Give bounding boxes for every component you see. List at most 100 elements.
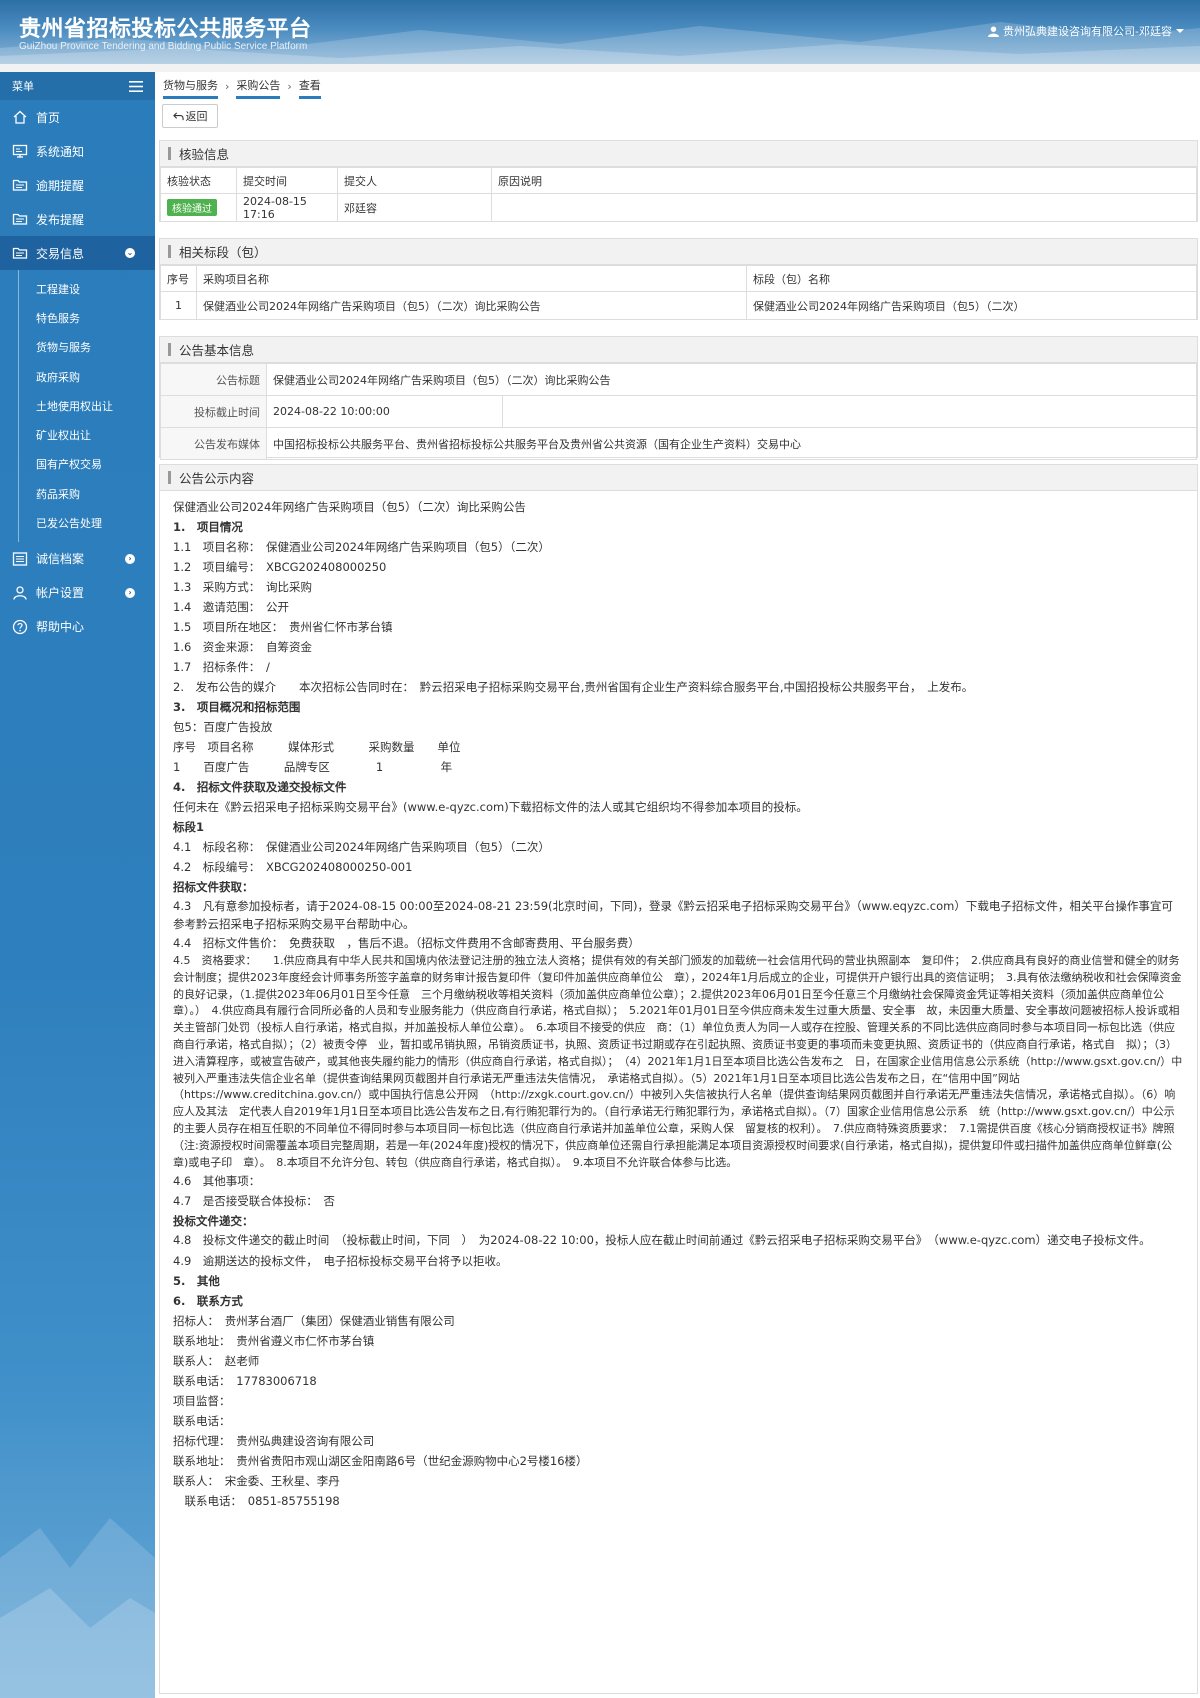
- notice-line: 4.4 招标文件售价： 免费获取 ，售后不退。（招标文件费用不含邮寄费用、平台服…: [173, 936, 640, 950]
- chevron-right-icon: ›: [125, 587, 135, 598]
- sub-item-published-notices[interactable]: 已发公告处理: [0, 508, 155, 537]
- folder-icon: [12, 211, 28, 227]
- back-label: 返回: [185, 110, 208, 123]
- brand-subtitle: GuiZhou Province Tendering and Bidding P…: [19, 41, 308, 52]
- notice-line: 4.3 凡有意参加投标者，请于2024-08-15 00:00至2024-08-…: [173, 899, 1173, 931]
- notice-line: 联系电话： 0851-85755198: [173, 1494, 340, 1509]
- sidebar-item-help[interactable]: 帮助中心: [0, 610, 155, 644]
- notice-line: 4.8 投标文件递交的截止时间 （投标截止时间，下同 ） 为2024-08-22…: [173, 1233, 1151, 1248]
- sidebar: 菜单 首页 系统通知 逾期提醒 发布提醒 交易信息 ⌄ 工程建设 特色服务 货物…: [0, 72, 155, 1698]
- back-button[interactable]: 返回: [162, 104, 218, 128]
- column-header: 原因说明: [491, 167, 1197, 194]
- notice-line: 1.1 项目名称： 保健酒业公司2024年网络广告采购项目（包5）（二次）: [173, 540, 550, 554]
- sidebar-item-trade-info[interactable]: 交易信息 ⌄: [0, 236, 155, 270]
- notice-heading: 6. 联系方式: [173, 1294, 243, 1309]
- brand-title: 贵州省招标投标公共服务平台: [19, 17, 312, 42]
- panel-title: 公告基本信息: [160, 337, 1197, 363]
- notice-content: 保健酒业公司2024年网络广告采购项目（包5）（二次）询比采购公告 1. 项目情…: [160, 491, 1197, 1521]
- sub-item-drug-procurement[interactable]: 药品采购: [0, 479, 155, 508]
- column-header: 采购项目名称: [196, 265, 747, 292]
- verify-panel: 核验信息 核验状态 提交时间 提交人 原因说明 核验通过 2024-08-15 …: [159, 140, 1198, 222]
- notice-line: 联系电话：: [173, 1414, 231, 1429]
- verify-table: 核验状态 提交时间 提交人 原因说明 核验通过 2024-08-15 17:16…: [160, 167, 1197, 222]
- reason: [491, 193, 1197, 222]
- sidebar-item-credit[interactable]: 诚信档案 ›: [0, 542, 155, 576]
- notice-heading: 标段1: [173, 820, 205, 834]
- sidebar-item-home[interactable]: 首页: [0, 100, 155, 134]
- menu-header: 菜单: [0, 72, 155, 100]
- menu-label: 菜单: [12, 80, 34, 93]
- sidebar-item-overdue[interactable]: 逾期提醒: [0, 168, 155, 202]
- sub-item-special-service[interactable]: 特色服务: [0, 303, 155, 332]
- sub-item-state-property[interactable]: 国有产权交易: [0, 450, 155, 479]
- user-icon: [12, 585, 28, 601]
- list-icon: [12, 551, 28, 567]
- notice-line: 1 百度广告 品牌专区 1 年: [173, 760, 453, 774]
- notice-line: 1.7 招标条件： /: [173, 660, 270, 674]
- table-row: 1 保健酒业公司2024年网络广告采购项目（包5）（二次）询比采购公告 保健酒业…: [160, 291, 1197, 320]
- sidebar-item-account[interactable]: 帐户设置 ›: [0, 576, 155, 610]
- notice-line: 项目监督：: [173, 1394, 231, 1409]
- notice-line: 1.4 邀请范围： 公开: [173, 600, 290, 614]
- sub-item-engineering[interactable]: 工程建设: [0, 274, 155, 303]
- media-value: 中国招标投标公共服务平台、贵州省招标投标公共服务平台及贵州省公共资源（国有企业生…: [266, 427, 1197, 460]
- notice-heading: 1. 项目情况: [173, 520, 243, 534]
- field-label: 公告发布媒体: [160, 427, 267, 460]
- panel-title: 核验信息: [160, 141, 1197, 167]
- trade-info-submenu: 工程建设 特色服务 货物与服务 政府采购 土地使用权出让 矿业权出让 国有产权交…: [0, 270, 155, 542]
- sections-table: 序号 采购项目名称 标段（包）名称 1 保健酒业公司2024年网络广告采购项目（…: [160, 265, 1197, 320]
- status-badge: 核验通过: [167, 199, 217, 216]
- notice-line: 1.6 资金来源： 自筹资金: [173, 640, 313, 654]
- breadcrumb-item[interactable]: 货物与服务: [163, 77, 218, 99]
- column-header: 提交人: [337, 167, 492, 194]
- monitor-icon: [12, 143, 28, 159]
- breadcrumb-item: 查看: [298, 77, 321, 99]
- notice-heading: 4. 招标文件获取及递交投标文件: [173, 780, 347, 794]
- submit-time: 2024-08-15 17:16: [236, 193, 338, 222]
- sidebar-item-label: 发布提醒: [36, 212, 85, 227]
- sidebar-item-label: 帮助中心: [36, 620, 85, 635]
- submitter: 邓廷容: [337, 193, 492, 222]
- notice-line: 4.6 其他事项：: [173, 1174, 261, 1189]
- notice-line: 保健酒业公司2024年网络广告采购项目（包5）（二次）询比采购公告: [173, 500, 526, 514]
- notice-line: 联系地址： 贵州省遵义市仁怀市茅台镇: [173, 1334, 375, 1349]
- panel-title: 相关标段（包）: [160, 239, 1197, 265]
- notice-line: 招标人： 贵州茅台酒厂（集团）保健酒业销售有限公司: [173, 1314, 455, 1329]
- folder-icon: [12, 177, 28, 193]
- sub-item-land-use[interactable]: 土地使用权出让: [0, 391, 155, 420]
- user-menu[interactable]: 贵州弘典建设咨询有限公司-邓廷容: [988, 23, 1184, 39]
- sub-item-mining[interactable]: 矿业权出让: [0, 420, 155, 449]
- notice-line: 4.7 是否接受联合体投标： 否: [173, 1194, 336, 1209]
- column-header: 核验状态: [160, 167, 237, 194]
- breadcrumb-separator-icon: ›: [225, 80, 230, 93]
- notice-heading: 投标文件递交：: [173, 1214, 254, 1229]
- sidebar-item-label: 逾期提醒: [36, 178, 85, 193]
- breadcrumb: 货物与服务 › 采购公告 › 查看: [163, 72, 321, 99]
- back-icon: [172, 111, 184, 120]
- notice-line: 4.1 标段名称： 保健酒业公司2024年网络广告采购项目（包5）（二次）: [173, 840, 550, 854]
- sub-item-goods-services[interactable]: 货物与服务: [0, 333, 155, 362]
- sidebar-item-label: 系统通知: [36, 144, 85, 159]
- sidebar-item-label: 交易信息: [36, 246, 85, 261]
- sections-panel: 相关标段（包） 序号 采购项目名称 标段（包）名称 1 保健酒业公司2024年网…: [159, 238, 1198, 320]
- sidebar-item-system-notice[interactable]: 系统通知: [0, 134, 155, 168]
- section-name: 保健酒业公司2024年网络广告采购项目（包5）（二次）: [746, 291, 1197, 320]
- notice-line: 1.2 项目编号： XBCG202408000250: [173, 560, 387, 574]
- table-row: 核验通过 2024-08-15 17:16 邓廷容: [160, 193, 1197, 222]
- notice-line: 4.9 逾期送达的投标文件， 电子招标投标交易平台将予以拒收。: [173, 1254, 508, 1269]
- sidebar-item-publish-reminder[interactable]: 发布提醒: [0, 202, 155, 236]
- sub-item-gov-procurement[interactable]: 政府采购: [0, 362, 155, 391]
- notice-heading: 3. 项目概况和招标范围: [173, 700, 301, 714]
- sidebar-mountain-background: [0, 1518, 155, 1698]
- field-label: 公告标题: [160, 363, 267, 396]
- notice-line: 任何未在《黔云招采电子招标采购交易平台》(www.e-qyzc.com)下载招标…: [173, 800, 808, 814]
- chevron-right-icon: ›: [125, 553, 135, 564]
- notice-heading: 招标文件获取：: [173, 880, 254, 894]
- sidebar-item-label: 首页: [36, 110, 61, 125]
- breadcrumb-item[interactable]: 采购公告: [236, 77, 281, 99]
- column-header: 标段（包）名称: [746, 265, 1197, 292]
- user-icon: [988, 25, 1000, 37]
- field-label: 投标截止时间: [160, 395, 267, 428]
- hamburger-icon[interactable]: [129, 80, 143, 92]
- notice-line: 联系地址： 贵州省贵阳市观山湖区金阳南路6号（世纪金源购物中心2号楼16楼）: [173, 1454, 588, 1469]
